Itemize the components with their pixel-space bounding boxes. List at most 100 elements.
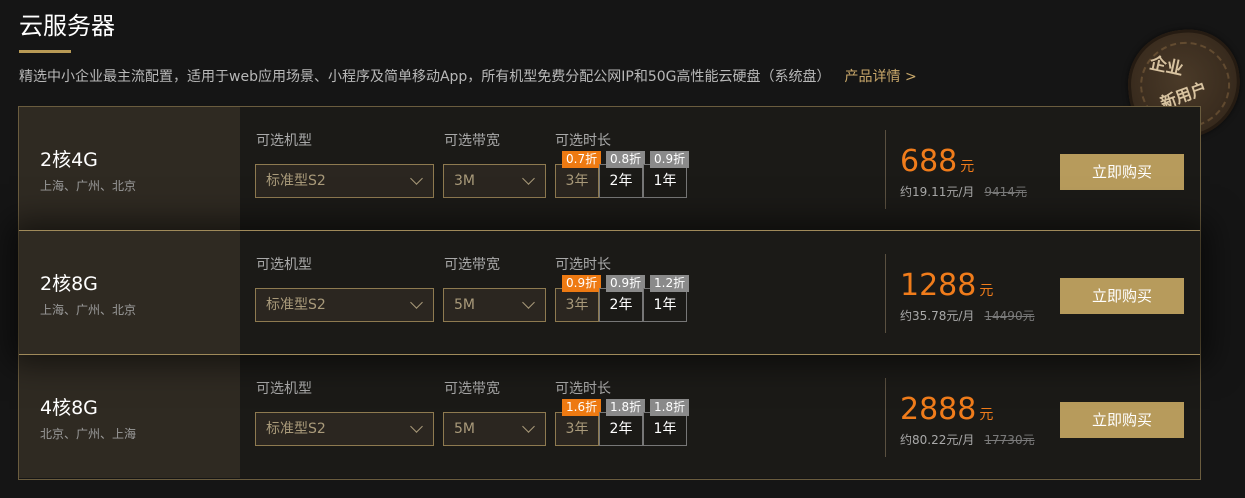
bandwidth-value: 5M [454,421,475,437]
plan-separator [19,230,1200,231]
duration-2y-label: 2年 [609,421,633,437]
model-label: 可选机型 [256,257,312,273]
duration-3y-label: 3年 [565,297,589,313]
chevron-down-icon [522,296,535,309]
price: 2888 元 [900,395,993,425]
price-value: 688 [900,144,958,179]
price-value: 2888 [900,392,977,427]
price-unit: 元 [960,159,975,175]
bandwidth-select[interactable]: 3M [443,164,546,198]
price-unit: 元 [979,283,994,299]
model-value: 标准型S2 [266,173,326,189]
duration-option-1y[interactable]: 1年 0.9折 [643,151,690,198]
spec-name: 2核8G [40,273,98,295]
spec-name: 2核4G [40,149,98,171]
duration-1y-label: 1年 [653,297,677,313]
bandwidth-value: 5M [454,297,475,313]
title-underline [19,50,71,53]
plan-card: 2核8G 上海、广州、北京 可选机型 标准型S2 可选带宽 5M 可选时长 3年… [19,231,1200,354]
price-unit: 元 [979,407,994,423]
spec-regions: 上海、广州、北京 [40,179,137,193]
original-price: 17730元 [984,433,1035,447]
plan-options: 可选机型 标准型S2 可选带宽 5M 可选时长 3年 0.9折 2年 0.9折 [240,231,1200,354]
duration-option-3y[interactable]: 3年 0.9折 [555,275,602,322]
chevron-down-icon [410,296,423,309]
discount-tag: 1.8折 [606,399,646,416]
duration-option-2y[interactable]: 2年 0.9折 [599,275,646,322]
duration-option-1y[interactable]: 1年 1.8折 [643,399,690,446]
spec-column: 4核8G 北京、广州、上海 [19,355,240,478]
duration-option-1y[interactable]: 1年 1.2折 [643,275,690,322]
price: 1288 元 [900,271,993,301]
discount-tag: 0.9折 [562,275,602,292]
chevron-down-icon [410,172,423,185]
duration-2y-label: 2年 [609,173,633,189]
discount-tag: 0.9折 [650,151,690,168]
buy-now-button[interactable]: 立即购买 [1060,154,1184,190]
original-price: 9414元 [984,185,1027,199]
price-divider [885,254,886,333]
discount-tag: 0.9折 [606,275,646,292]
discount-tag: 1.6折 [562,399,602,416]
spec-column: 2核4G 上海、广州、北京 [19,107,240,230]
spec-name: 4核8G [40,397,98,419]
model-label: 可选机型 [256,133,312,149]
spec-column: 2核8G 上海、广州、北京 [19,231,240,354]
duration-3y-label: 3年 [565,421,589,437]
monthly-value: 约80.22元/月 [900,433,975,447]
spec-regions: 北京、广州、上海 [40,427,137,441]
model-value: 标准型S2 [266,421,326,437]
page-description: 精选中小企业最主流配置，适用于web应用场景、小程序及简单移动App，所有机型免… [19,66,917,86]
price-divider [885,378,886,457]
duration-1y-label: 1年 [653,173,677,189]
discount-tag: 1.2折 [650,275,690,292]
plan-options: 可选机型 标准型S2 可选带宽 5M 可选时长 3年 1.6折 2年 1.8折 [240,355,1200,478]
monthly-price: 约19.11元/月 9414元 [900,183,1027,200]
spec-regions: 上海、广州、北京 [40,303,137,317]
duration-option-3y[interactable]: 3年 0.7折 [555,151,602,198]
duration-1y-label: 1年 [653,421,677,437]
product-details-link[interactable]: 产品详情 > [845,69,917,85]
duration-option-2y[interactable]: 2年 0.8折 [599,151,646,198]
price-divider [885,130,886,209]
chevron-down-icon [522,420,535,433]
page-title: 云服务器 [19,12,115,40]
buy-now-button[interactable]: 立即购买 [1060,402,1184,438]
bandwidth-label: 可选带宽 [444,257,500,273]
discount-tag: 0.7折 [562,151,602,168]
price: 688 元 [900,147,974,177]
duration-option-2y[interactable]: 2年 1.8折 [599,399,646,446]
original-price: 14490元 [984,309,1035,323]
bandwidth-value: 3M [454,173,475,189]
monthly-price: 约80.22元/月 17730元 [900,431,1035,448]
discount-tag: 0.8折 [606,151,646,168]
plan-separator [19,354,1200,355]
chevron-down-icon [522,172,535,185]
plan-options: 可选机型 标准型S2 可选带宽 3M 可选时长 3年 0.7折 2年 0.8折 [240,107,1200,230]
plan-card: 2核4G 上海、广州、北京 可选机型 标准型S2 可选带宽 3M 可选时长 3年… [19,107,1200,230]
bandwidth-label: 可选带宽 [444,381,500,397]
discount-tag: 1.8折 [650,399,690,416]
duration-2y-label: 2年 [609,297,633,313]
duration-option-3y[interactable]: 3年 1.6折 [555,399,602,446]
monthly-value: 约19.11元/月 [900,185,975,199]
duration-label: 可选时长 [555,133,611,149]
model-select[interactable]: 标准型S2 [255,164,434,198]
plan-list: 2核4G 上海、广州、北京 可选机型 标准型S2 可选带宽 3M 可选时长 3年… [18,106,1201,480]
bandwidth-select[interactable]: 5M [443,412,546,446]
duration-label: 可选时长 [555,381,611,397]
model-select[interactable]: 标准型S2 [255,288,434,322]
duration-3y-label: 3年 [565,173,589,189]
monthly-value: 约35.78元/月 [900,309,975,323]
buy-now-button[interactable]: 立即购买 [1060,278,1184,314]
model-value: 标准型S2 [266,297,326,313]
bandwidth-label: 可选带宽 [444,133,500,149]
bandwidth-select[interactable]: 5M [443,288,546,322]
description-text: 精选中小企业最主流配置，适用于web应用场景、小程序及简单移动App，所有机型免… [19,69,831,85]
price-value: 1288 [900,268,977,303]
model-select[interactable]: 标准型S2 [255,412,434,446]
model-label: 可选机型 [256,381,312,397]
plan-card: 4核8G 北京、广州、上海 可选机型 标准型S2 可选带宽 5M 可选时长 3年… [19,355,1200,478]
monthly-price: 约35.78元/月 14490元 [900,307,1035,324]
chevron-down-icon [410,420,423,433]
